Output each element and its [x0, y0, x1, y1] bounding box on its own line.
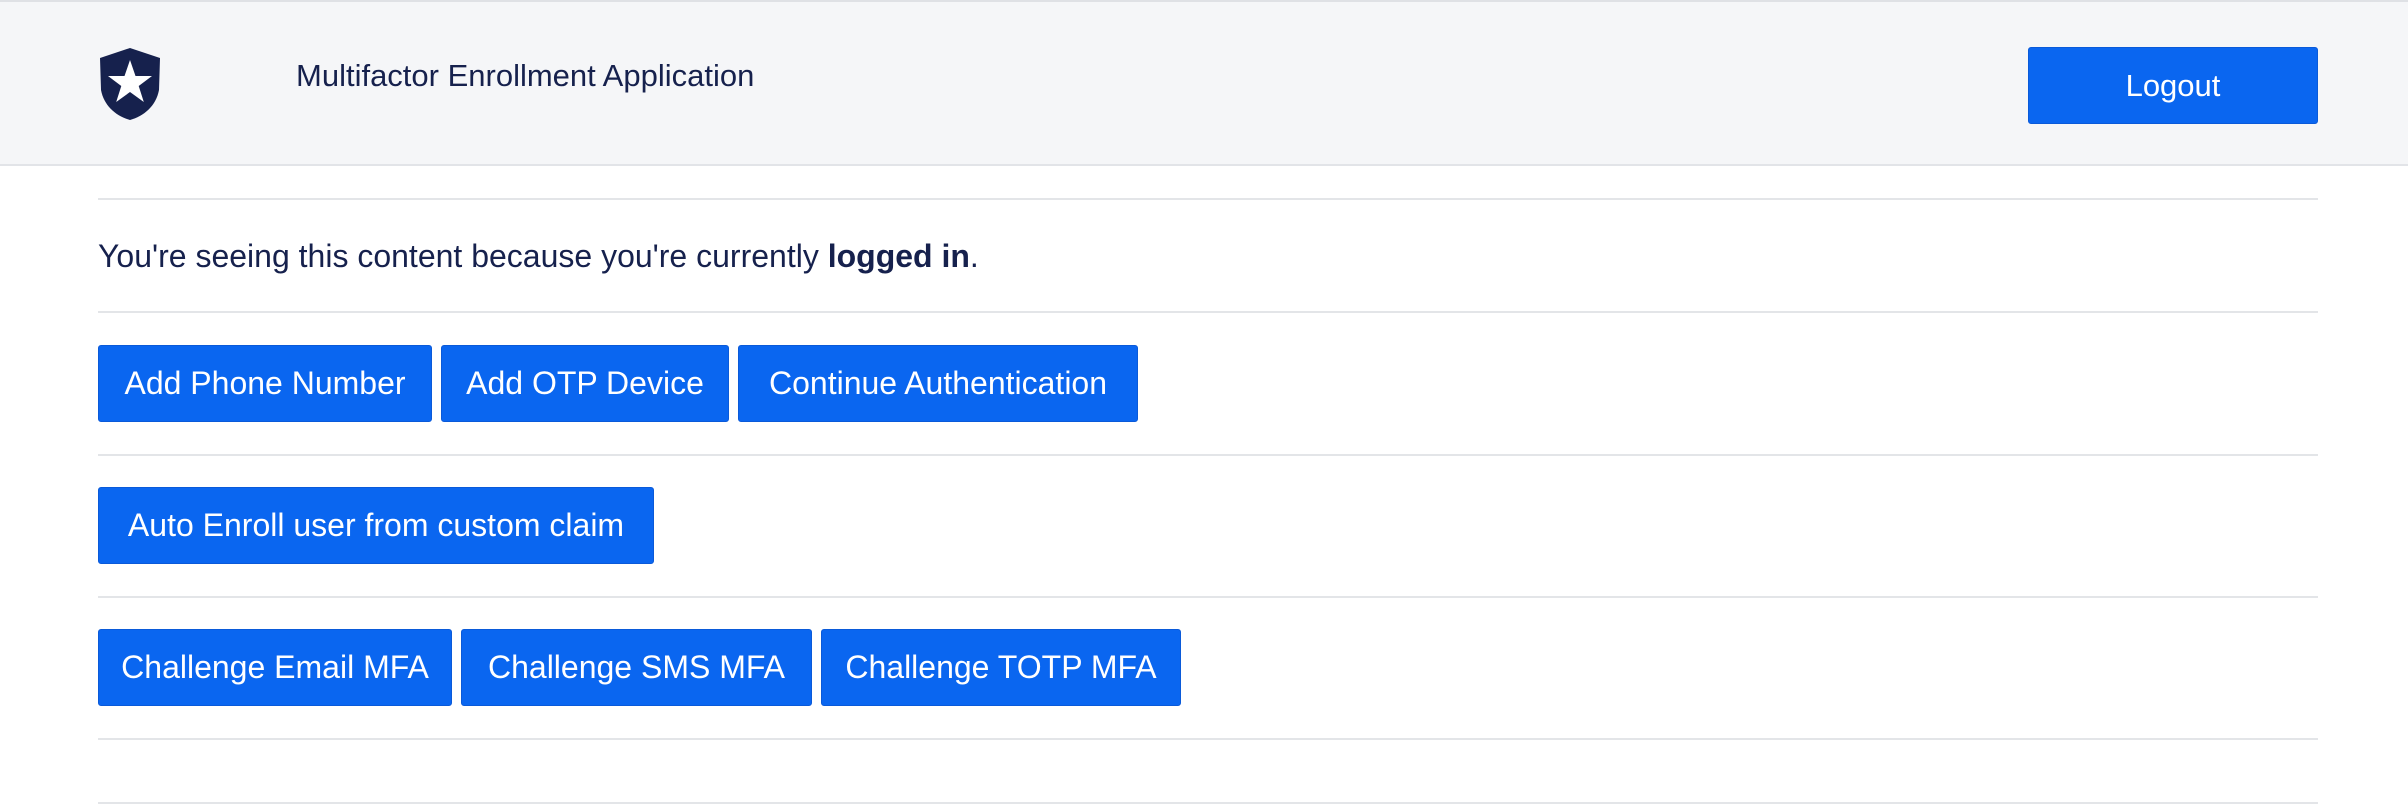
- divider: [98, 311, 2318, 313]
- add-otp-device-button[interactable]: Add OTP Device: [441, 345, 729, 422]
- continue-authentication-button[interactable]: Continue Authentication: [738, 345, 1138, 422]
- top-navbar: Multifactor Enrollment Application Logou…: [0, 0, 2408, 166]
- divider: [98, 596, 2318, 598]
- notice-prefix: You're seeing this content because you'r…: [98, 238, 828, 274]
- divider: [98, 802, 2318, 804]
- challenge-sms-mfa-button[interactable]: Challenge SMS MFA: [461, 629, 812, 706]
- shield-star-icon[interactable]: [96, 46, 164, 122]
- app-title: Multifactor Enrollment Application: [296, 58, 755, 93]
- add-phone-number-button[interactable]: Add Phone Number: [98, 345, 432, 422]
- notice-bold: logged in: [827, 238, 970, 274]
- auto-enroll-button[interactable]: Auto Enroll user from custom claim: [98, 487, 654, 564]
- login-status-text: You're seeing this content because you'r…: [98, 236, 979, 276]
- challenge-email-mfa-button[interactable]: Challenge Email MFA: [98, 629, 452, 706]
- divider: [98, 198, 2318, 200]
- auto-enroll-row: Auto Enroll user from custom claim: [98, 487, 654, 564]
- challenge-totp-mfa-button[interactable]: Challenge TOTP MFA: [821, 629, 1181, 706]
- logout-button[interactable]: Logout: [2028, 47, 2318, 124]
- notice-suffix: .: [969, 238, 979, 274]
- divider: [98, 454, 2318, 456]
- enroll-button-row: Add Phone Number Add OTP Device Continue…: [98, 345, 1138, 422]
- divider: [98, 738, 2318, 740]
- challenge-button-row: Challenge Email MFA Challenge SMS MFA Ch…: [98, 629, 1181, 706]
